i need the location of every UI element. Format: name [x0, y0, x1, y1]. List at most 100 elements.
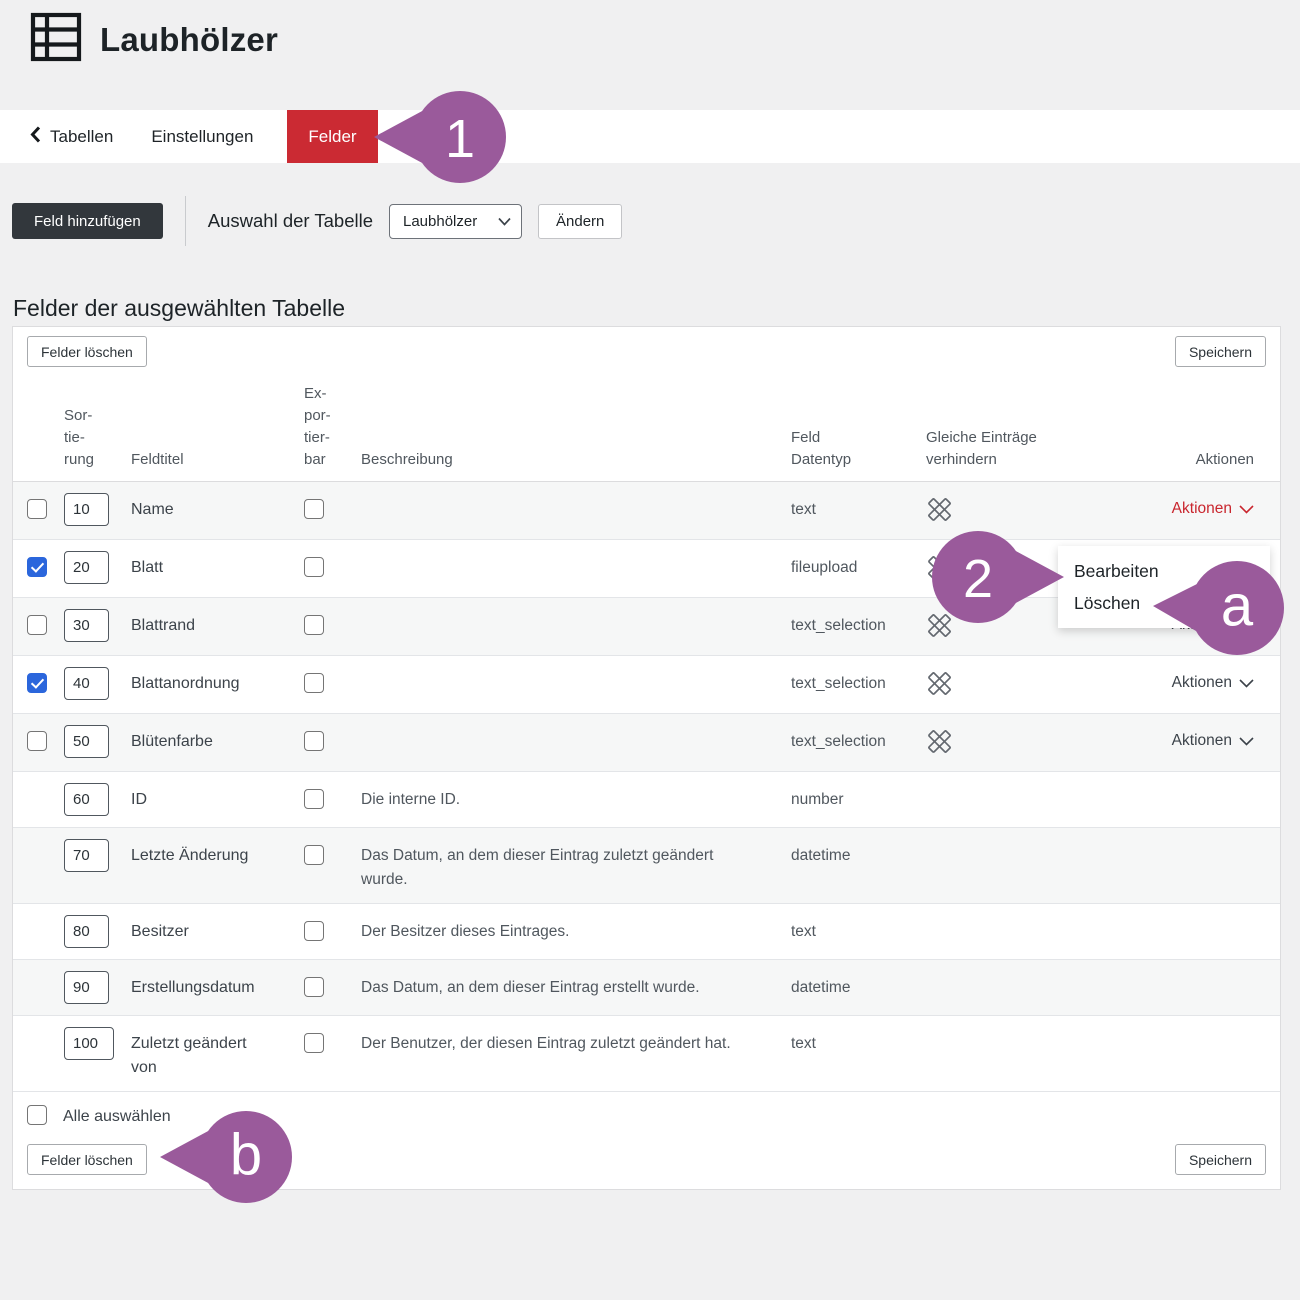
save-button-top[interactable]: Speichern	[1175, 336, 1266, 367]
delete-fields-button-bottom[interactable]: Felder löschen	[27, 1144, 147, 1175]
field-description: Das Datum, an dem dieser Eintrag zuletzt…	[361, 844, 791, 892]
row-select-checkbox[interactable]	[27, 557, 47, 577]
toolbar-divider	[185, 196, 186, 246]
exportable-checkbox[interactable]	[304, 1033, 324, 1053]
page: Laubhölzer Tabellen Einstellungen Felder…	[0, 0, 1300, 1300]
tab-bar: Tabellen Einstellungen Felder	[0, 110, 1300, 163]
section-heading: Felder der ausgewählten Tabelle	[13, 295, 345, 322]
sort-order-input[interactable]	[64, 667, 109, 700]
col-title: Feldtitel	[131, 449, 304, 471]
actions-dropdown-trigger[interactable]: Aktionen	[1172, 674, 1254, 692]
field-title: Blütenfarbe	[131, 730, 304, 754]
prevent-duplicates-icon	[926, 496, 1156, 528]
row-select-checkbox[interactable]	[27, 731, 47, 751]
field-datatype: text	[791, 1032, 926, 1056]
col-actions: Aktionen	[1156, 449, 1266, 471]
actions-dropdown-trigger[interactable]: Aktionen	[1172, 732, 1254, 750]
svg-text:2: 2	[963, 549, 993, 609]
field-title: Blattrand	[131, 614, 304, 638]
table-row: Name text Aktionen	[13, 482, 1280, 540]
table-row: Letzte Änderung Das Datum, an dem dieser…	[13, 828, 1280, 904]
change-table-button[interactable]: Ändern	[538, 204, 622, 239]
page-title: Laubhölzer	[100, 21, 278, 59]
sort-order-input[interactable]	[64, 1027, 114, 1060]
field-title: Blattanordnung	[131, 672, 304, 696]
select-all-label: Alle auswählen	[63, 1108, 171, 1126]
field-datatype: datetime	[791, 976, 926, 1000]
callout-1: 1	[370, 87, 510, 187]
sort-order-input[interactable]	[64, 725, 109, 758]
row-select-checkbox[interactable]	[27, 673, 47, 693]
select-all-checkbox[interactable]	[27, 1105, 47, 1125]
field-datatype: text	[791, 498, 926, 522]
table-row: Blütenfarbe text_selection Aktionen	[13, 714, 1280, 772]
table-select-label: Auswahl der Tabelle	[208, 210, 373, 232]
exportable-checkbox[interactable]	[304, 615, 324, 635]
field-datatype: number	[791, 788, 926, 812]
field-description: Das Datum, an dem dieser Eintrag erstell…	[361, 976, 791, 1000]
field-description: Die interne ID.	[361, 788, 791, 812]
sort-order-input[interactable]	[64, 839, 109, 872]
exportable-checkbox[interactable]	[304, 845, 324, 865]
exportable-checkbox[interactable]	[304, 557, 324, 577]
exportable-checkbox[interactable]	[304, 977, 324, 997]
row-select-checkbox[interactable]	[27, 615, 47, 635]
col-sort: Sor- tie- rung	[64, 405, 131, 471]
svg-text:1: 1	[445, 109, 475, 169]
sort-order-input[interactable]	[64, 493, 109, 526]
svg-text:b: b	[230, 1123, 262, 1188]
tab-felder[interactable]: Felder	[287, 110, 377, 163]
field-datatype: text_selection	[791, 672, 926, 696]
chevron-down-icon	[498, 213, 511, 230]
exportable-checkbox[interactable]	[304, 789, 324, 809]
col-description: Beschreibung	[361, 449, 791, 471]
field-datatype: text_selection	[791, 614, 926, 638]
field-title: Blatt	[131, 556, 304, 580]
sort-order-input[interactable]	[64, 783, 109, 816]
svg-text:a: a	[1221, 574, 1254, 639]
callout-b: b	[156, 1107, 296, 1207]
sort-order-input[interactable]	[64, 551, 109, 584]
prevent-duplicates-icon	[926, 670, 1156, 702]
field-datatype: text_selection	[791, 730, 926, 754]
page-header: Laubhölzer	[30, 12, 278, 67]
table-select[interactable]: Laubhölzer	[389, 204, 522, 239]
table-row: Blattanordnung text_selection Aktionen	[13, 656, 1280, 714]
row-select-checkbox[interactable]	[27, 499, 47, 519]
field-title: Erstellungsdatum	[131, 976, 304, 1000]
exportable-checkbox[interactable]	[304, 921, 324, 941]
exportable-checkbox[interactable]	[304, 673, 324, 693]
table-row: ID Die interne ID. number	[13, 772, 1280, 828]
sort-order-input[interactable]	[64, 609, 109, 642]
sort-order-input[interactable]	[64, 971, 109, 1004]
back-label: Tabellen	[50, 127, 113, 147]
field-title: Name	[131, 498, 304, 522]
field-title: Besitzer	[131, 920, 304, 944]
table-row: Besitzer Der Besitzer dieses Eintrages. …	[13, 904, 1280, 960]
table-icon	[30, 12, 82, 67]
table-row: Erstellungsdatum Das Datum, an dem diese…	[13, 960, 1280, 1016]
field-title: ID	[131, 788, 304, 812]
back-to-tables-link[interactable]: Tabellen	[30, 110, 113, 163]
fields-panel: Felder löschen Speichern Sor- tie- rung …	[12, 326, 1281, 1190]
field-datatype: fileupload	[791, 556, 926, 580]
callout-2: 2	[926, 527, 1068, 627]
exportable-checkbox[interactable]	[304, 731, 324, 751]
actions-dropdown-trigger[interactable]: Aktionen	[1172, 500, 1254, 518]
col-exportable: Ex- por- tier- bar	[304, 383, 361, 471]
tab-einstellungen[interactable]: Einstellungen	[151, 110, 253, 163]
field-datatype: text	[791, 920, 926, 944]
toolbar: Feld hinzufügen Auswahl der Tabelle Laub…	[12, 203, 622, 239]
field-title: Zuletzt geändert von	[131, 1032, 304, 1080]
delete-fields-button-top[interactable]: Felder löschen	[27, 336, 147, 367]
exportable-checkbox[interactable]	[304, 499, 324, 519]
col-prevent-duplicates: Gleiche Einträge verhindern	[926, 427, 1156, 471]
chevron-left-icon	[30, 126, 41, 148]
callout-a: a	[1149, 556, 1289, 660]
table-header-row: Sor- tie- rung Feldtitel Ex- por- tier- …	[13, 367, 1280, 482]
field-description: Der Benutzer, der diesen Eintrag zuletzt…	[361, 1032, 791, 1056]
save-button-bottom[interactable]: Speichern	[1175, 1144, 1266, 1175]
add-field-button[interactable]: Feld hinzufügen	[12, 203, 163, 239]
field-title: Letzte Änderung	[131, 844, 304, 868]
sort-order-input[interactable]	[64, 915, 109, 948]
